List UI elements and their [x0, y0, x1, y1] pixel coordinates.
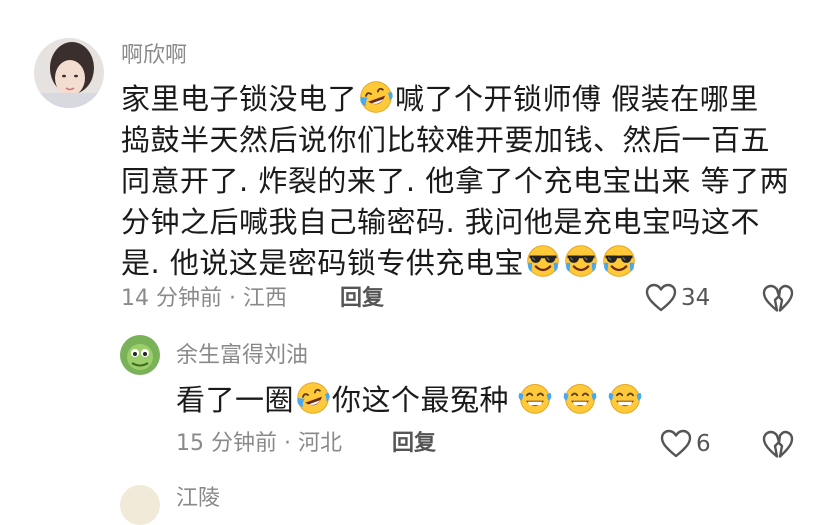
- comment-line-3: 同意开了. 炸裂的来了. 他拿了个充电宝出来 等了两: [121, 164, 790, 198]
- grinning-sweat-emoji: [607, 380, 643, 416]
- sunglasses-cry-emoji: [601, 243, 637, 279]
- heart-outline-icon: [660, 428, 692, 460]
- comment-time-location: 14 分钟前 · 江西: [121, 286, 287, 311]
- broken-heart-icon[interactable]: [762, 283, 794, 315]
- next-reply-avatar[interactable]: [120, 485, 160, 525]
- broken-heart-icon[interactable]: [762, 429, 794, 461]
- comment-text: 家里电子锁没电了 喊了个开锁师傅 假装在哪里 捣鼓半天然后说你们比较难开要加钱、然…: [121, 79, 789, 284]
- reply-username[interactable]: 余生富得刘油: [176, 343, 308, 369]
- reply-time-location: 15 分钟前 · 河北: [176, 431, 342, 456]
- reply-like-button[interactable]: 6: [660, 428, 711, 460]
- like-count: 34: [681, 285, 711, 311]
- laugh-cry-emoji: [358, 79, 394, 115]
- comment-line-2: 捣鼓半天然后说你们比较难开要加钱、然后一百五: [121, 123, 771, 157]
- comment-line-4: 分钟之后喊我自己输密码. 我问他是充电宝吗这不: [121, 205, 760, 239]
- reply-text: 看了一圈 你这个最冤种: [176, 380, 644, 421]
- reply-like-count: 6: [696, 431, 711, 457]
- comment-username[interactable]: 啊欣啊: [121, 43, 187, 69]
- avatar[interactable]: [34, 38, 104, 108]
- comment-line-5: 是. 他说这是密码锁专供充电宝: [121, 243, 789, 284]
- comment-line-1: 家里电子锁没电了 喊了个开锁师傅 假装在哪里: [121, 79, 789, 120]
- reply-button[interactable]: 回复: [340, 285, 384, 313]
- like-button[interactable]: 34: [645, 282, 710, 314]
- reply-reply-button[interactable]: 回复: [392, 430, 436, 458]
- heart-outline-icon: [645, 282, 677, 314]
- next-reply-username[interactable]: 江陵: [176, 486, 220, 512]
- reply-avatar[interactable]: [120, 335, 160, 375]
- sunglasses-cry-emoji: [525, 243, 561, 279]
- sunglasses-cry-emoji: [563, 243, 599, 279]
- grinning-sweat-emoji: [562, 380, 598, 416]
- laugh-cry-emoji: [295, 380, 331, 416]
- grinning-sweat-emoji: [517, 380, 553, 416]
